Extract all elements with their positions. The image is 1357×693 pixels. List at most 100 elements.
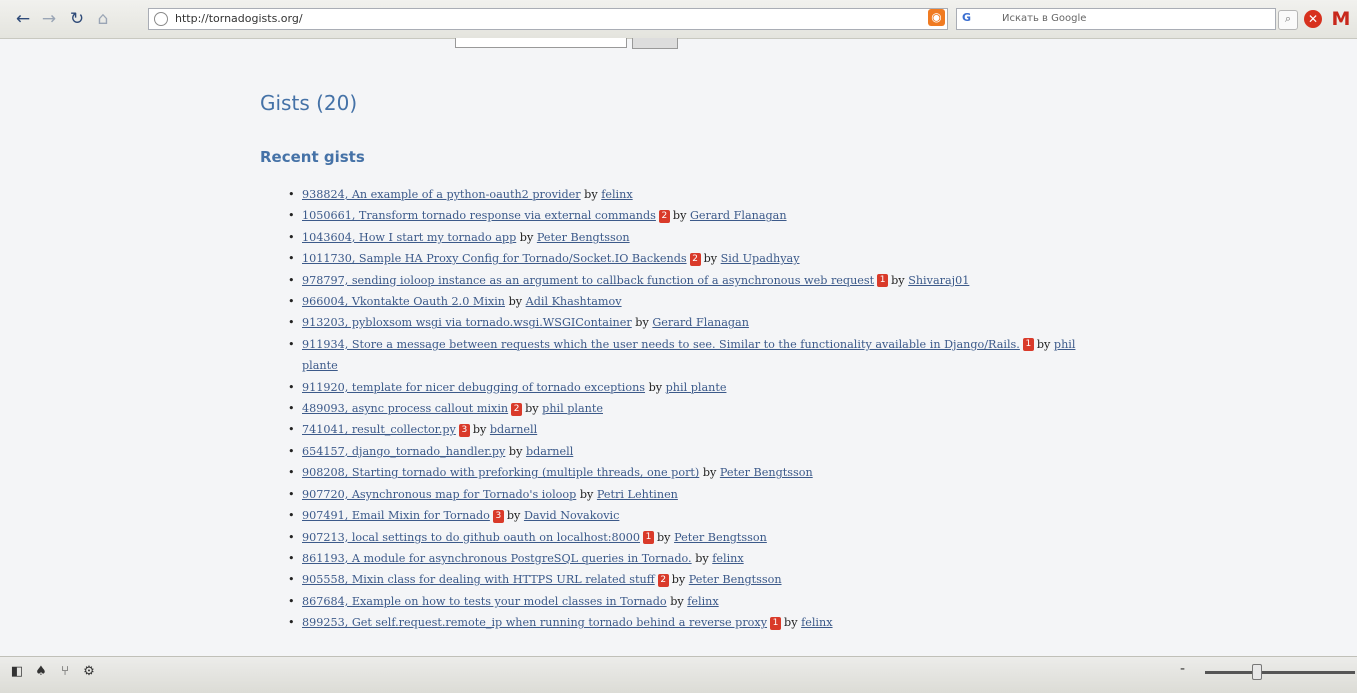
by-label: by [670,594,684,608]
gist-list-item: 907720, Asynchronous map for Tornado's i… [288,484,1082,506]
author-link[interactable]: phil plante [666,381,727,394]
gist-link[interactable]: 861193, A module for asynchronous Postgr… [302,552,692,565]
by-label: by [1036,337,1051,351]
zoom-slider-track[interactable] [1205,671,1355,674]
gist-list-item: 905558, Mixin class for dealing with HTT… [288,569,1082,591]
comment-count-badge: 1 [643,531,655,544]
comment-count-badge: 2 [689,252,701,266]
gist-link[interactable]: 911934, Store a message between requests… [302,338,1020,351]
gist-list-item: 966004, Vkontakte Oauth 2.0 Mixin by Adi… [288,291,1082,313]
page-content: Gists (20) Recent gists 938824, An examp… [0,38,1357,656]
author-link[interactable]: felinx [687,595,718,608]
author-link[interactable]: felinx [712,552,743,565]
status-bar: ◧ ♠ ⑂ ⚙ - [0,656,1357,693]
author-link[interactable]: Shivaraj01 [908,274,969,287]
gist-link[interactable]: 907213, local settings to do github oaut… [302,531,640,544]
gist-list-item: 1043604, How I start my tornado app by P… [288,227,1082,249]
author-link[interactable]: Gerard Flanagan [690,209,787,222]
comment-count-badge: 1 [877,274,889,288]
gist-link[interactable]: 867684, Example on how to tests your mod… [302,595,667,608]
by-label: by [672,209,687,223]
gist-list-item: 978797, sending ioloop instance as an ar… [288,270,1082,292]
comment-count-badge: 1 [770,616,782,630]
comment-count-badge: 2 [658,209,670,223]
author-link[interactable]: Peter Bengtsson [720,466,813,479]
gist-list-item: 1011730, Sample HA Proxy Config for Torn… [288,248,1082,270]
gist-link[interactable]: 966004, Vkontakte Oauth 2.0 Mixin [302,295,505,308]
gist-link[interactable]: 489093, async process callout mixin [302,402,508,415]
gist-list: 938824, An example of a python-oauth2 pr… [288,184,1082,634]
gist-list-item: 907213, local settings to do github oaut… [288,527,1082,549]
gist-list-item: 1050661, Transform tornado response via … [288,205,1082,227]
by-label: by [671,573,686,587]
by-label: by [703,252,718,266]
author-link[interactable]: Petri Lehtinen [597,488,678,501]
status-icon-2[interactable]: ♠ [32,663,50,681]
gist-link[interactable]: 938824, An example of a python-oauth2 pr… [302,188,581,201]
gist-link[interactable]: 907491, Email Mixin for Tornado [302,509,490,522]
gist-link[interactable]: 1011730, Sample HA Proxy Config for Torn… [302,252,687,265]
by-label: by [508,444,523,458]
submit-gist-button[interactable] [632,38,678,49]
comment-count-badge: 1 [1022,338,1034,352]
gist-link[interactable]: 908208, Starting tornado with preforking… [302,466,699,479]
by-label: by [657,530,671,544]
by-label: by [584,188,598,201]
gists-heading: Gists (20) [260,91,358,115]
gist-link[interactable]: 1050661, Transform tornado response via … [302,209,656,222]
gist-list-item: 861193, A module for asynchronous Postgr… [288,548,1082,570]
author-link[interactable]: felinx [601,188,632,201]
gist-list-item: 907491, Email Mixin for Tornado3by David… [288,505,1082,527]
rss-feed-icon[interactable]: ◉ [928,9,945,26]
gist-link[interactable]: 654157, django_tornado_handler.py [302,445,505,458]
search-box[interactable]: G Искать в Google [956,8,1276,30]
zoom-out-button[interactable]: - [1180,661,1185,677]
comment-count-badge: 3 [458,423,470,437]
back-icon[interactable]: ← [12,9,34,29]
gist-link[interactable]: 1043604, How I start my tornado app [302,231,516,244]
site-favicon-icon [154,12,168,26]
author-link[interactable]: Peter Bengtsson [689,573,782,586]
gist-list-item: 654157, django_tornado_handler.py by bda… [288,441,1082,463]
gist-link[interactable]: 913203, pybloxsom wsgi via tornado.wsgi.… [302,316,632,329]
by-label: by [891,273,905,287]
by-label: by [702,466,717,480]
author-link[interactable]: phil plante [542,402,603,415]
author-link[interactable]: Adil Khashtamov [526,295,622,308]
by-label: by [472,423,487,437]
address-bar-url: http://tornadogists.org/ [175,12,303,25]
by-label: by [695,551,709,565]
gist-link[interactable]: 741041, result_collector.py [302,423,456,436]
search-engine-icon[interactable]: G [962,11,988,27]
zoom-slider-thumb[interactable] [1252,664,1262,680]
by-label: by [648,380,663,394]
author-link[interactable]: bdarnell [526,445,573,458]
home-icon[interactable]: ⌂ [92,9,114,29]
gist-list-item: 741041, result_collector.py3by bdarnell [288,419,1082,441]
gist-link[interactable]: 905558, Mixin class for dealing with HTT… [302,573,655,586]
gmail-icon[interactable]: M [1330,8,1352,30]
author-link[interactable]: David Novakovic [524,509,619,522]
author-link[interactable]: Gerard Flanagan [652,316,749,329]
stop-icon[interactable]: ✕ [1304,10,1322,28]
status-icon-1[interactable]: ◧ [8,663,26,681]
find-icon[interactable]: ⌕ [1278,10,1298,30]
comment-count-badge: 3 [492,509,504,523]
author-link[interactable]: Sid Upadhyay [721,252,800,265]
gist-link[interactable]: 911920, template for nicer debugging of … [302,381,645,394]
gist-link[interactable]: 907720, Asynchronous map for Tornado's i… [302,488,576,501]
forward-icon[interactable]: → [38,9,60,29]
status-icon-3[interactable]: ⑂ [56,663,74,681]
address-bar[interactable]: http://tornadogists.org/ [148,8,948,30]
reload-icon[interactable]: ↻ [66,9,88,29]
gist-link[interactable]: 978797, sending ioloop instance as an ar… [302,274,874,287]
recent-gists-heading: Recent gists [260,148,365,166]
author-link[interactable]: felinx [801,616,832,629]
author-link[interactable]: Peter Bengtsson [674,531,767,544]
settings-icon[interactable]: ⚙ [80,663,98,681]
gist-link[interactable]: 899253, Get self.request.remote_ip when … [302,616,767,629]
by-label: by [784,616,798,630]
author-link[interactable]: bdarnell [490,423,537,436]
author-link[interactable]: Peter Bengtsson [537,231,630,244]
gist-id-input[interactable] [455,38,627,48]
